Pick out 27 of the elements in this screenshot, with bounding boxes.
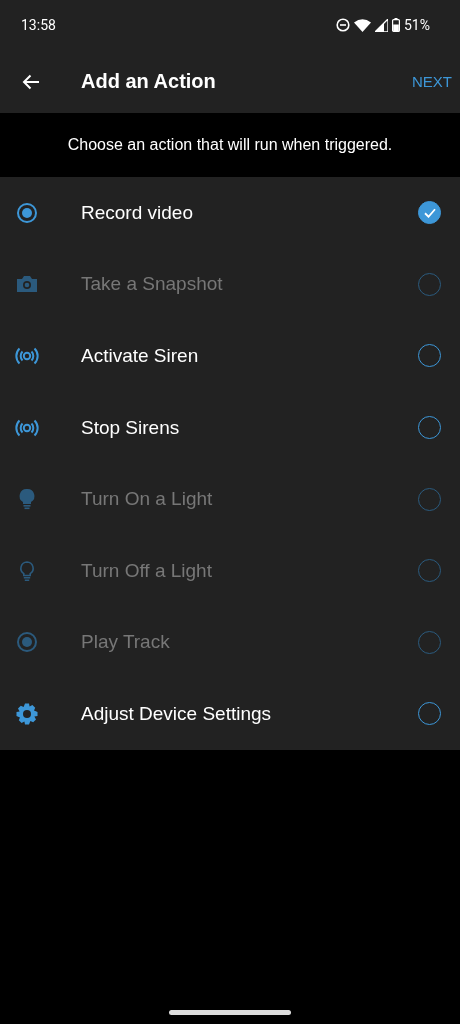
action-item[interactable]: Adjust Device Settings <box>0 678 460 750</box>
action-item[interactable]: Stop Sirens <box>0 391 460 464</box>
action-label: Turn On a Light <box>81 488 214 511</box>
action-label: Play Track <box>81 631 171 654</box>
checkmark-icon <box>423 207 436 218</box>
battery-icon <box>392 18 400 32</box>
screen-title: Add an Action <box>81 70 217 93</box>
status-time: 13:58 <box>21 17 56 33</box>
wifi-icon <box>354 18 371 32</box>
action-label: Stop Sirens <box>81 416 181 439</box>
record-icon <box>15 630 39 655</box>
radio-button[interactable] <box>418 201 441 225</box>
battery-percentage: 51% <box>404 17 430 33</box>
action-item[interactable]: Record video <box>0 177 460 249</box>
gear-icon <box>15 701 39 726</box>
signal-icon <box>375 18 388 32</box>
back-arrow-icon[interactable] <box>22 73 40 90</box>
next-button[interactable]: NEXT <box>412 67 452 96</box>
action-item[interactable]: Activate Siren <box>0 320 460 392</box>
action-label: Take a Snapshot <box>81 273 224 296</box>
instruction-text: Choose an action that will run when triggered. <box>67 136 393 154</box>
record-icon <box>15 200 39 225</box>
action-label: Adjust Device Settings <box>81 702 273 725</box>
do-not-disturb-icon <box>336 18 350 32</box>
action-label: Record video <box>81 201 194 224</box>
action-label: Activate Siren <box>81 345 200 367</box>
action-label: Turn Off a Light <box>81 559 213 582</box>
